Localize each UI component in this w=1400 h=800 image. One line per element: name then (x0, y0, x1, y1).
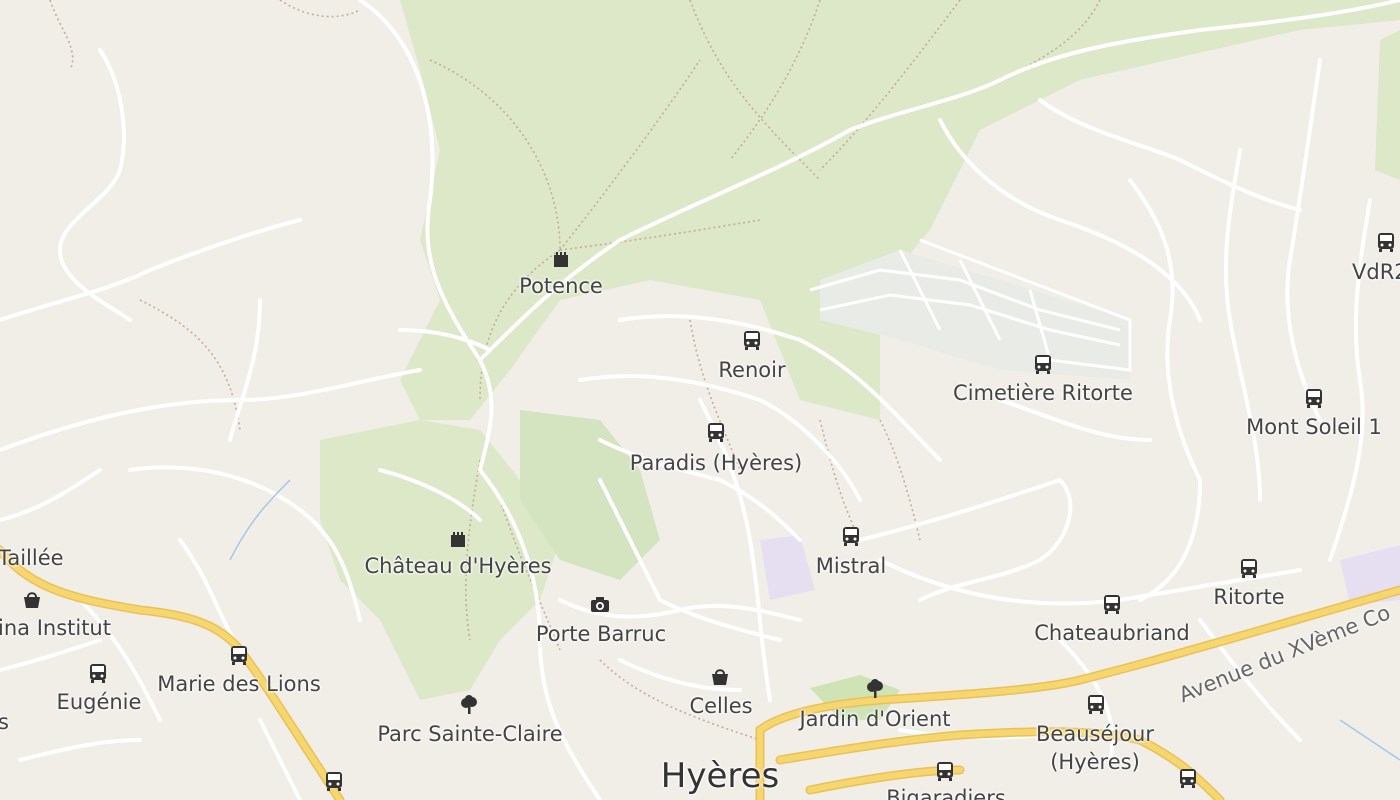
bus-label-bigaradiers[interactable]: Bigaradiers (886, 786, 1006, 800)
bus-stop-icon[interactable] (1303, 387, 1325, 409)
bus-label-beausejour-sub[interactable]: (Hyères) (1050, 750, 1140, 774)
shop-icon[interactable] (21, 589, 43, 611)
bus-stop-icon[interactable] (87, 662, 109, 684)
park-tree-icon[interactable] (864, 678, 886, 700)
place-label-taillee[interactable]: Taillée (0, 546, 64, 570)
park-label-sainte-claire[interactable]: Parc Sainte-Claire (377, 722, 562, 746)
place-label-edge[interactable]: s (0, 710, 9, 734)
place-label-chateau[interactable]: Château d'Hyères (364, 554, 551, 578)
bus-stop-icon[interactable] (934, 760, 956, 782)
bus-stop-icon[interactable] (323, 770, 345, 792)
town-label-hyeres[interactable]: Hyères (661, 756, 779, 796)
bus-label-eugenie[interactable]: Eugénie (57, 690, 142, 714)
place-label-porte-barruc[interactable]: Porte Barruc (536, 622, 666, 646)
bus-label-mistral[interactable]: Mistral (816, 554, 886, 578)
castle-icon[interactable] (550, 247, 572, 269)
park-tree-icon[interactable] (458, 694, 480, 716)
viewpoint-icon[interactable] (589, 594, 611, 616)
bus-label-renoir[interactable]: Renoir (718, 358, 785, 382)
castle-icon[interactable] (447, 527, 469, 549)
bus-stop-icon[interactable] (1032, 353, 1054, 375)
bus-stop-icon[interactable] (1238, 557, 1260, 579)
bus-label-cimetiere-ritorte[interactable]: Cimetière Ritorte (953, 381, 1133, 405)
park-label-jardin-orient[interactable]: Jardin d'Orient (799, 707, 950, 731)
bus-label-ritorte[interactable]: Ritorte (1213, 585, 1284, 609)
place-label-institut[interactable]: ina Institut (0, 616, 111, 640)
bus-label-marie-des-lions[interactable]: Marie des Lions (157, 672, 321, 696)
bus-stop-icon[interactable] (1085, 693, 1107, 715)
bus-label-beausejour[interactable]: Beauséjour (1036, 722, 1154, 746)
bus-stop-icon[interactable] (1101, 593, 1123, 615)
bus-label-chateaubriand[interactable]: Chateaubriand (1034, 621, 1189, 645)
bus-label-mont-soleil[interactable]: Mont Soleil 1 (1246, 415, 1382, 439)
shop-label-celles[interactable]: Celles (689, 694, 752, 718)
bus-stop-icon[interactable] (840, 525, 862, 547)
bus-label-paradis[interactable]: Paradis (Hyères) (630, 451, 802, 475)
bus-stop-icon[interactable] (1375, 231, 1397, 253)
bus-stop-icon[interactable] (741, 329, 763, 351)
bus-label-vdr[interactable]: VdR2 (1352, 260, 1400, 284)
bus-stop-icon[interactable] (705, 421, 727, 443)
shop-icon[interactable] (709, 666, 731, 688)
place-label-potence[interactable]: Potence (519, 274, 603, 298)
bus-stop-icon[interactable] (228, 644, 250, 666)
bus-stop-icon[interactable] (1177, 767, 1199, 789)
map-canvas[interactable]: Taillée Potence Renoir Cimetière Ritorte… (0, 0, 1400, 800)
